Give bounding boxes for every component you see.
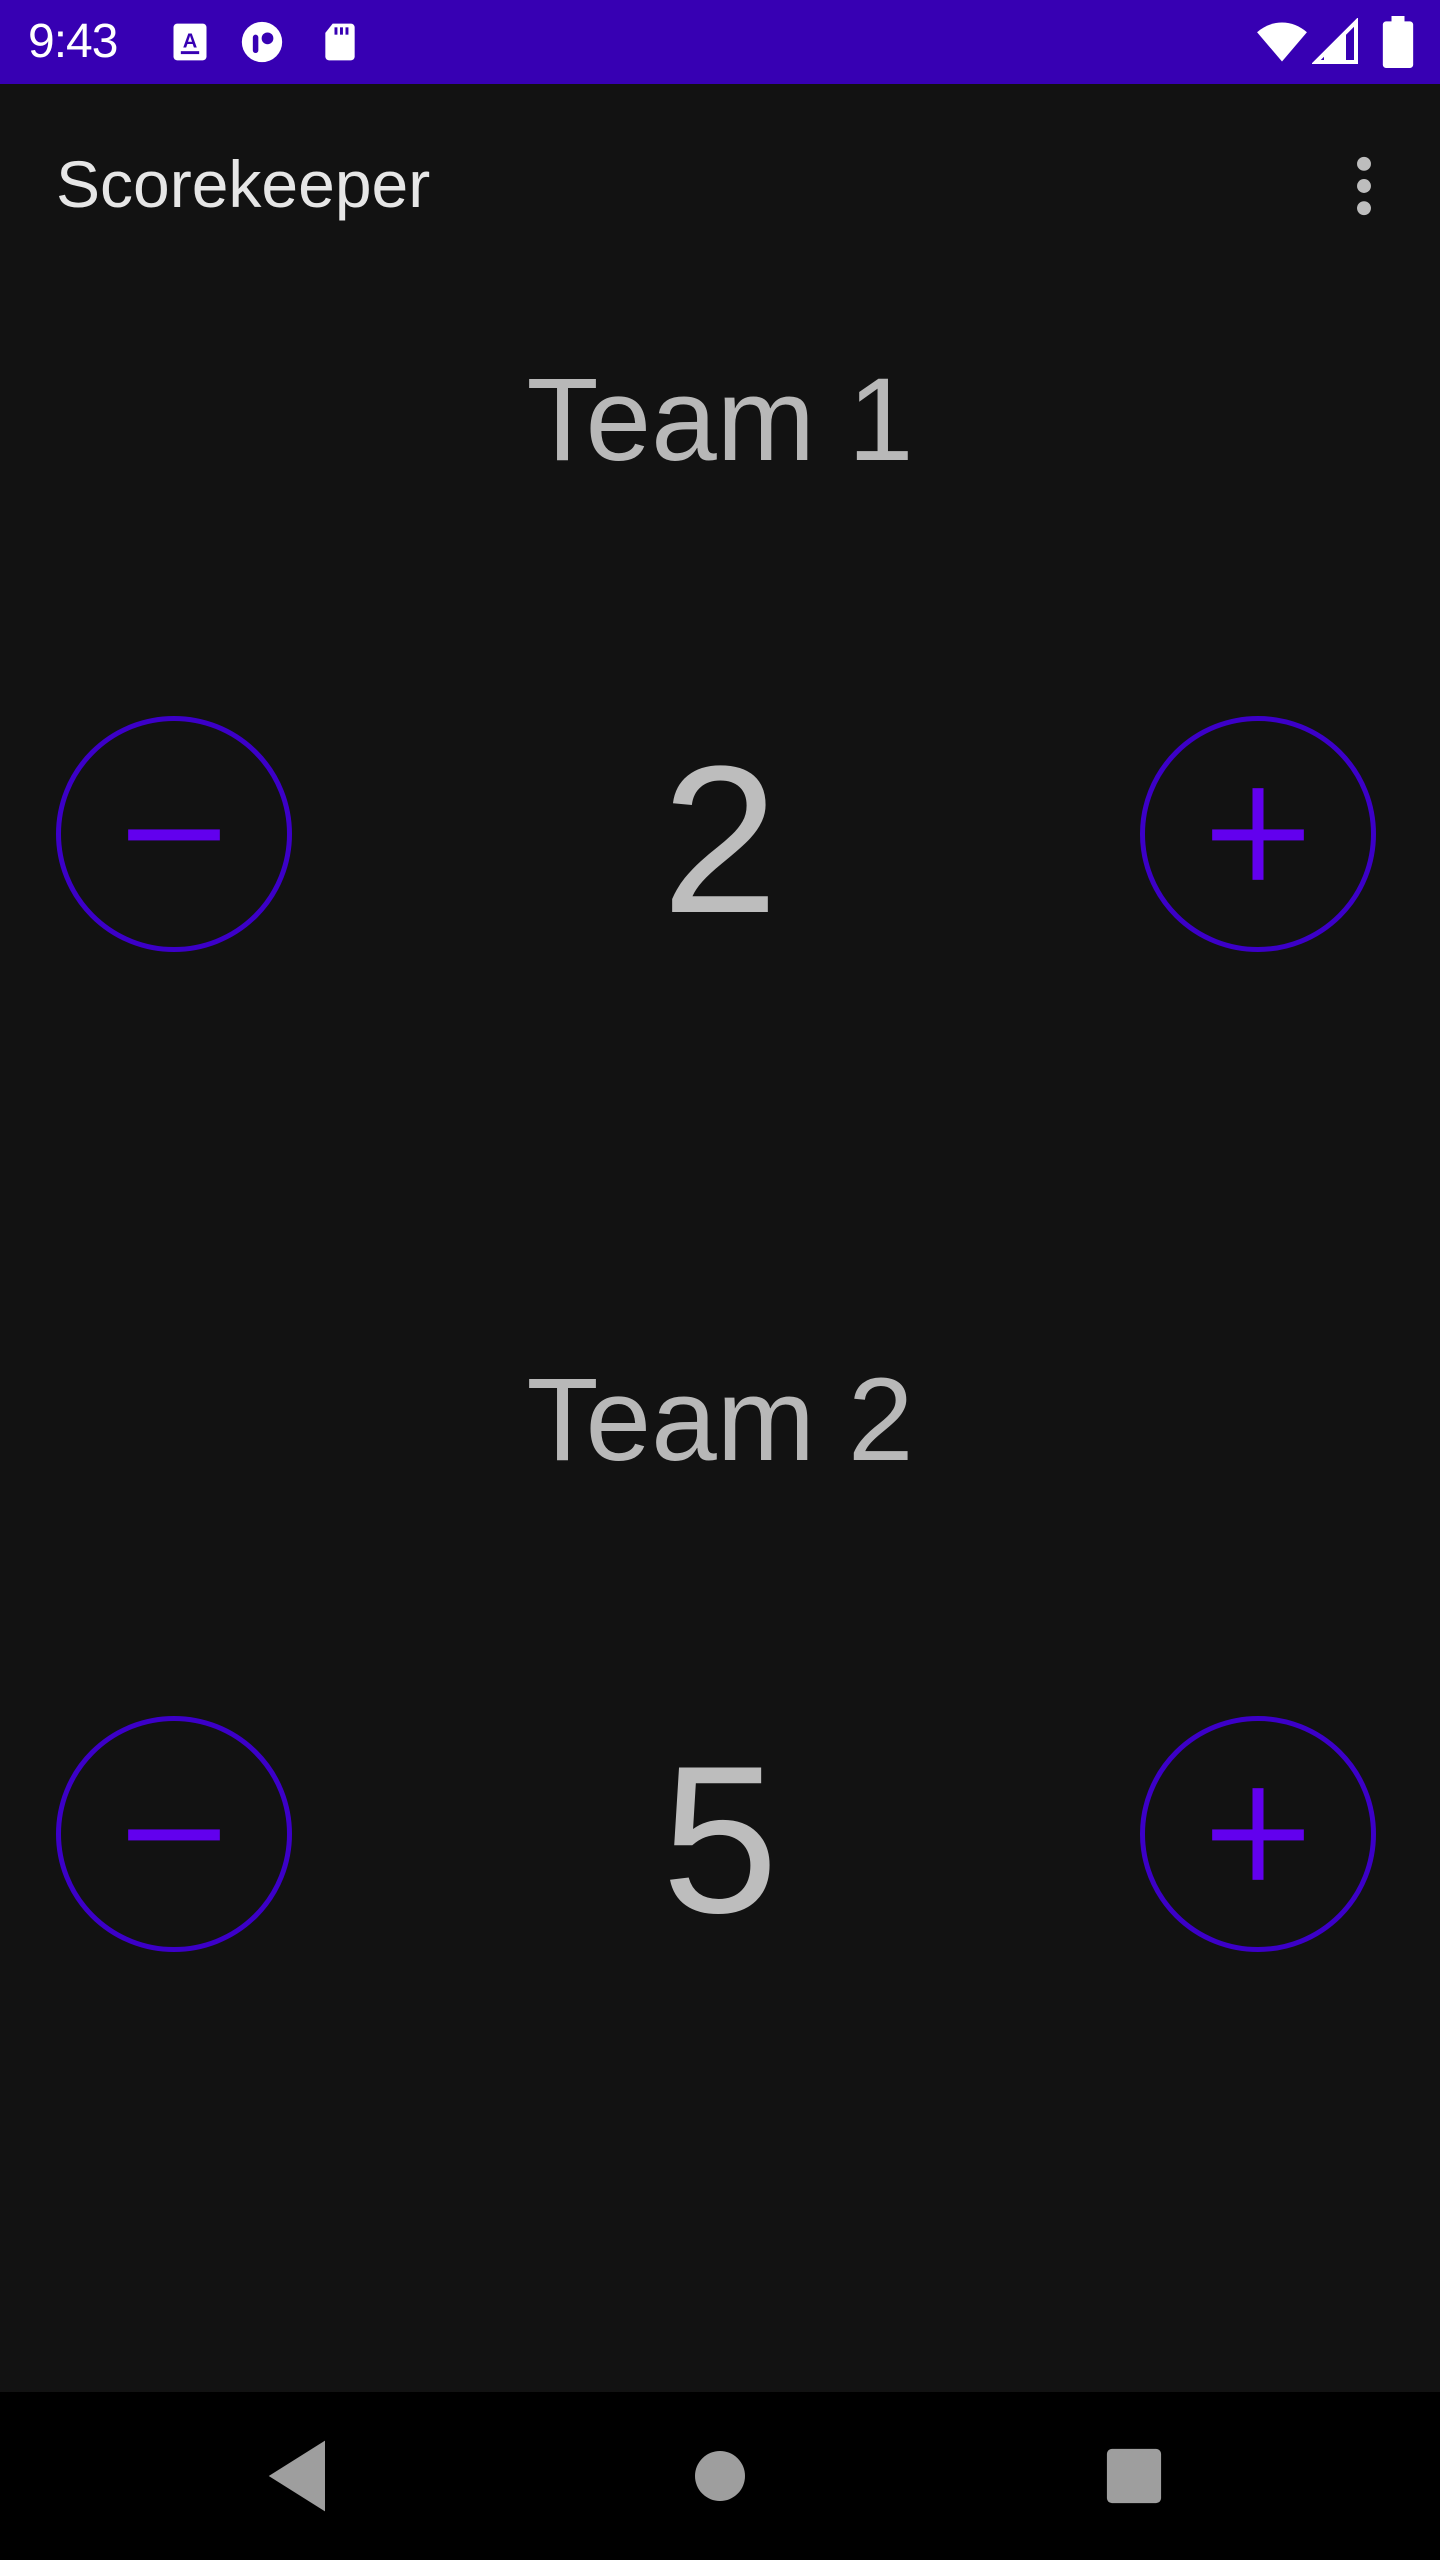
keyboard-a-icon: A	[168, 20, 212, 64]
team-1-score: 2	[661, 722, 779, 957]
team-1-decrement-button[interactable]	[56, 716, 292, 952]
team-2-decrement-button[interactable]	[56, 1716, 292, 1952]
navigation-bar	[0, 2392, 1440, 2560]
sd-card-icon	[318, 20, 362, 64]
team-1-name: Team 1	[526, 354, 914, 486]
overflow-menu-button[interactable]	[1326, 148, 1402, 224]
more-vert-icon	[1357, 156, 1371, 216]
battery-icon	[1378, 16, 1418, 68]
nav-back-button[interactable]	[250, 2426, 350, 2526]
status-bar: 9:43 A	[0, 0, 1440, 84]
home-icon	[695, 2451, 745, 2501]
minus-icon	[128, 1829, 220, 1841]
app-notification-icon	[240, 20, 284, 64]
plus-icon	[1212, 788, 1304, 880]
screen: 9:43 A Scorekeeper Team 1 2 Team 2 5	[0, 0, 1440, 2560]
cell-signal-icon	[1312, 18, 1360, 66]
team-2-score: 5	[661, 1722, 779, 1957]
svg-text:A: A	[183, 31, 198, 53]
nav-home-button[interactable]	[670, 2426, 770, 2526]
app-title: Scorekeeper	[56, 147, 431, 221]
nav-recents-button[interactable]	[1084, 2426, 1184, 2526]
minus-icon	[128, 829, 220, 841]
app-bar: Scorekeeper	[0, 84, 1440, 284]
team-1-increment-button[interactable]	[1140, 716, 1376, 952]
team-2-increment-button[interactable]	[1140, 1716, 1376, 1952]
plus-icon	[1212, 1788, 1304, 1880]
back-icon	[268, 2440, 325, 2512]
team-2-name: Team 2	[526, 1354, 914, 1486]
wifi-icon	[1256, 16, 1308, 68]
status-time: 9:43	[28, 15, 118, 68]
recents-icon	[1106, 2448, 1162, 2504]
